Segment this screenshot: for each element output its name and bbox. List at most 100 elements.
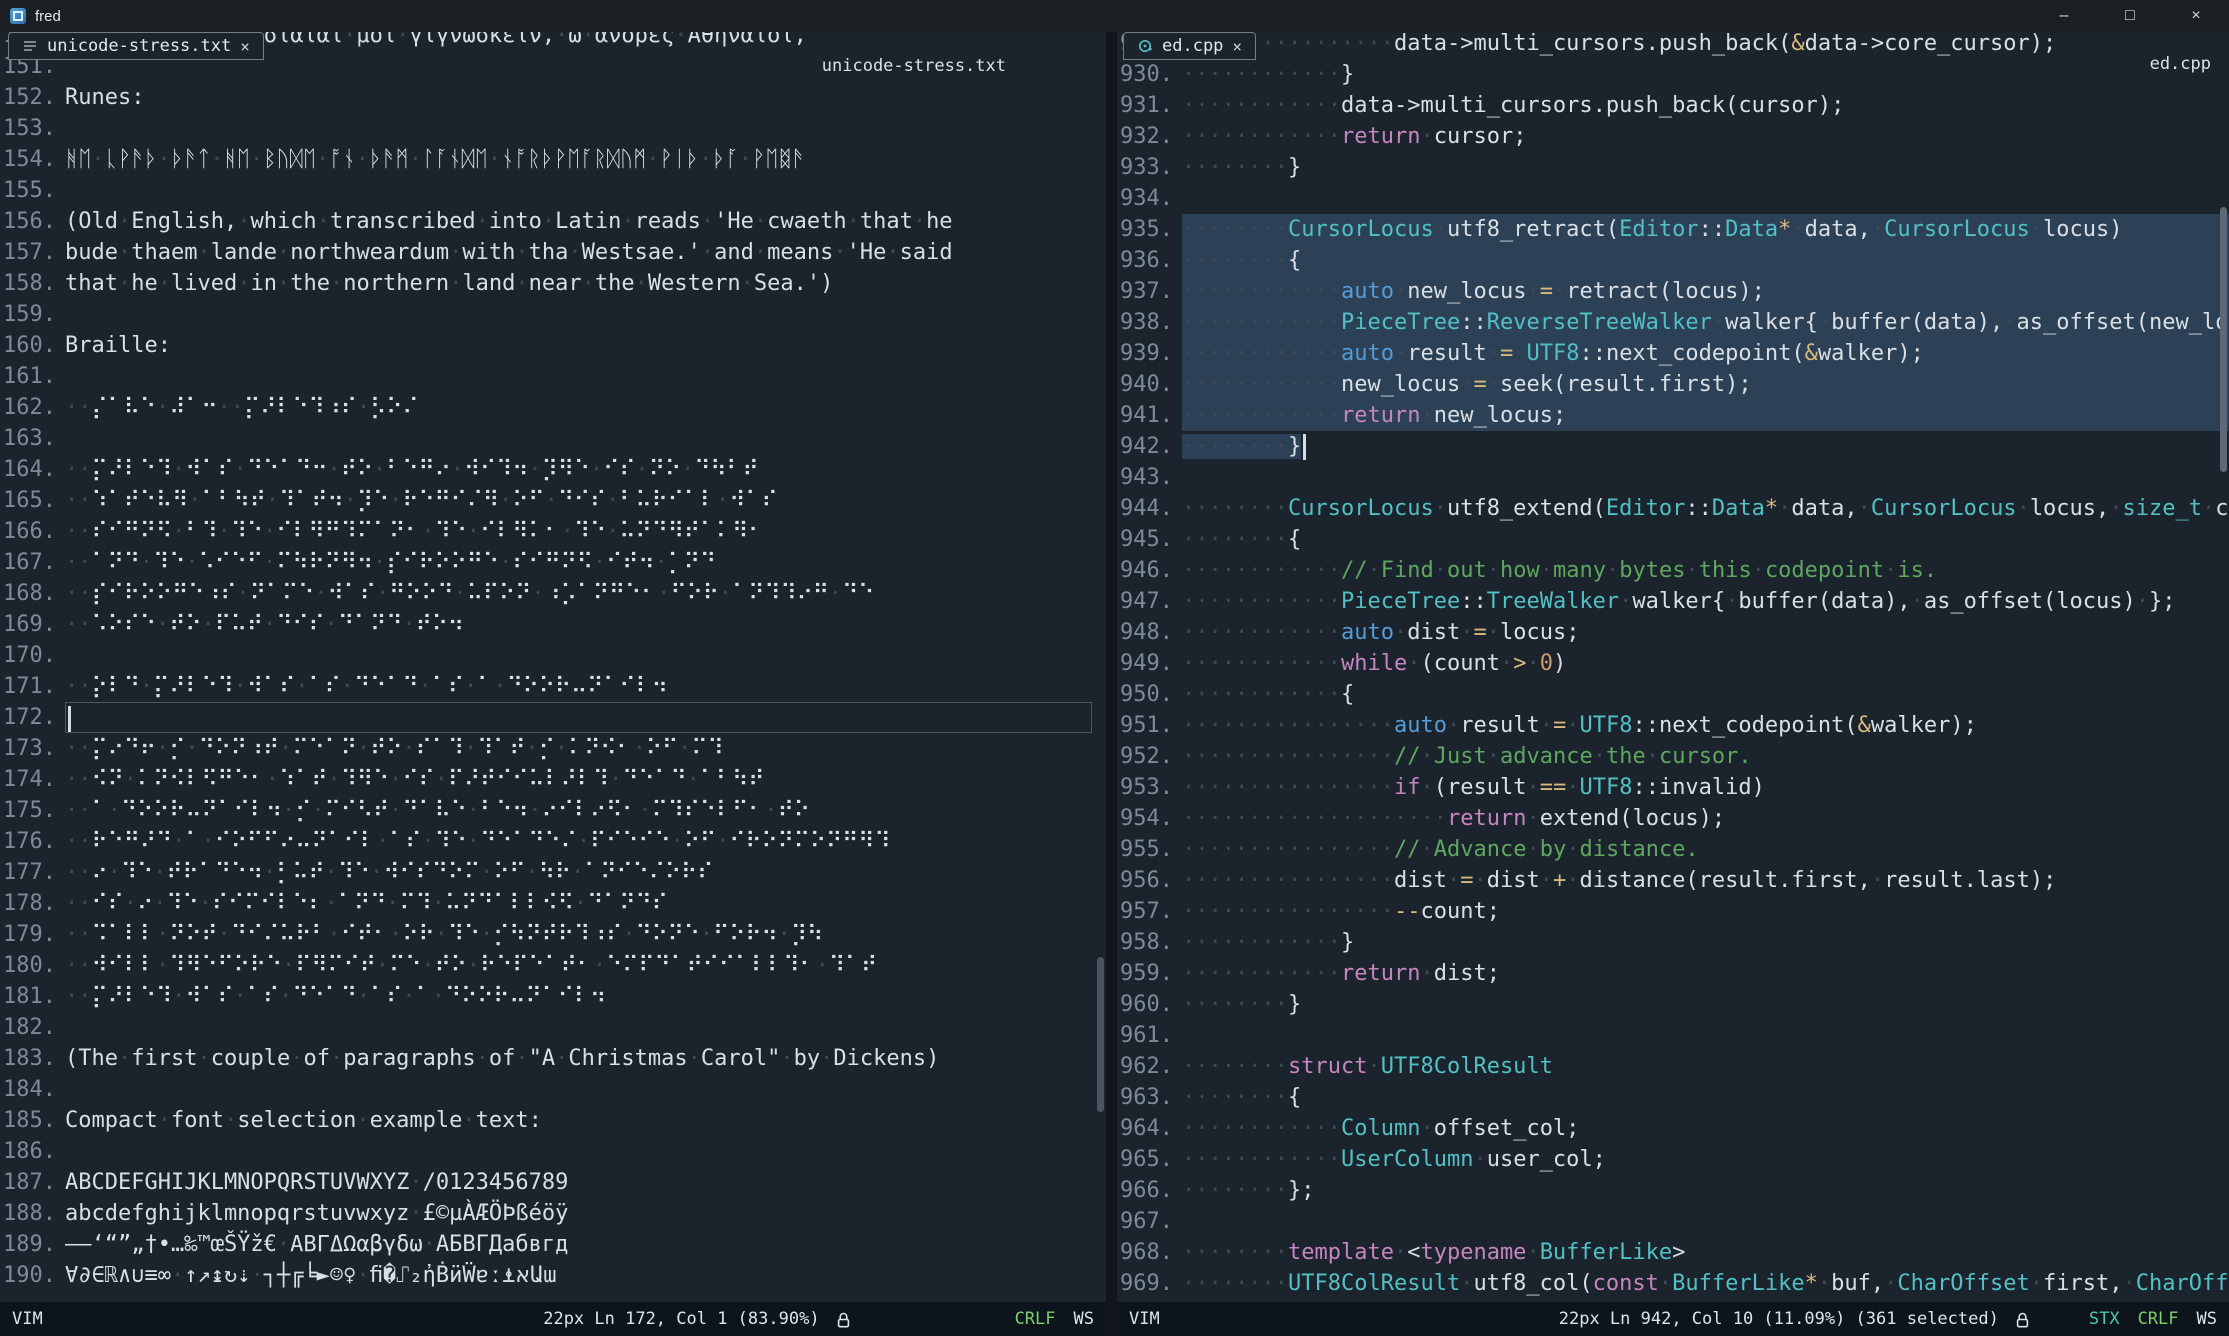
editor-line-963[interactable]: 963.········{ bbox=[1117, 1082, 2229, 1113]
editor-line-929[interactable]: 929.················data->multi_cursors.… bbox=[1117, 32, 2229, 59]
editor-line-155[interactable]: 155. bbox=[0, 175, 1106, 206]
editor-line-939[interactable]: 939.············auto·result·=·UTF8::next… bbox=[1117, 338, 2229, 369]
editor-line-936[interactable]: 936.········{ bbox=[1117, 245, 2229, 276]
tab-ed-cpp[interactable]: ed.cpp × bbox=[1123, 32, 1256, 60]
editor-line-937[interactable]: 937.············auto·new_locus·=·retract… bbox=[1117, 276, 2229, 307]
vim-mode-indicator[interactable]: VIM bbox=[12, 1309, 43, 1329]
editor-line-965[interactable]: 965.············UserColumn·user_col; bbox=[1117, 1144, 2229, 1175]
editor-line-934[interactable]: 934. bbox=[1117, 183, 2229, 214]
editor-line-170[interactable]: 170. bbox=[0, 640, 1106, 671]
tab-close-icon[interactable]: × bbox=[1232, 37, 1242, 56]
editor-line-962[interactable]: 962.········struct·UTF8ColResult bbox=[1117, 1051, 2229, 1082]
editor-line-182[interactable]: 182. bbox=[0, 1012, 1106, 1043]
encoding-indicator[interactable]: STX bbox=[2089, 1309, 2120, 1329]
editor-line-945[interactable]: 945.········{ bbox=[1117, 524, 2229, 555]
editor-line-185[interactable]: 185.Compact·font·selection·example·text: bbox=[0, 1105, 1106, 1136]
editor-line-158[interactable]: 158.that·he·lived·in·the·northern·land·n… bbox=[0, 268, 1106, 299]
editor-line-964[interactable]: 964.············Column·offset_col; bbox=[1117, 1113, 2229, 1144]
editor-line-167[interactable]: 167.··⠁⠝⠙·⠹⠑·⠡⠊⠑⠋·⠍⠳⠗⠝⠻⠲·⡎⠊⠗⠕⠕⠛⠑·⠎⠊⠛⠝⠫·⠊… bbox=[0, 547, 1106, 578]
editor-line-160[interactable]: 160.Braille: bbox=[0, 330, 1106, 361]
editor-line-930[interactable]: 930.············} bbox=[1117, 59, 2229, 90]
editor-line-156[interactable]: 156.(Old·English,·which·transcribed·into… bbox=[0, 206, 1106, 237]
editor-line-190[interactable]: 190.∀∂∈ℝ∧∪≡∞·↑↗↨↻⇣·┐┼╔╘►☺♀·ﬁ�⑀₂ἠḂӥẄɐː⍎אԱ… bbox=[0, 1260, 1106, 1291]
vim-mode-indicator[interactable]: VIM bbox=[1129, 1309, 1160, 1329]
editor-line-933[interactable]: 933.········} bbox=[1117, 152, 2229, 183]
editor-line-154[interactable]: 154.ᚻᛖ·ᚳᚹᚫᚦ·ᚦᚫᛏ·ᚻᛖ·ᛒᚢᛞᛖ·ᚩᚾ·ᚦᚫᛗ·ᛚᚪᚾᛞᛖ·ᚾᚩᚱ… bbox=[0, 144, 1106, 175]
editor-line-187[interactable]: 187.ABCDEFGHIJKLMNOPQRSTUVWXYZ·/01234567… bbox=[0, 1167, 1106, 1198]
editor-line-175[interactable]: 175.··⠁·⠙⠕⠕⠗⠤⠝⠁⠊⠇⠲·⡊·⠍⠊⠣⠞·⠙⠁⠧⠑·⠃⠑⠲·⠔⠊⠇⠔⠫… bbox=[0, 795, 1106, 826]
editor-line-941[interactable]: 941.············return·new_locus; bbox=[1117, 400, 2229, 431]
editor-line-947[interactable]: 947.············PieceTree::TreeWalker·wa… bbox=[1117, 586, 2229, 617]
editor-line-161[interactable]: 161. bbox=[0, 361, 1106, 392]
editor-line-956[interactable]: 956.················dist·=·dist·+·distan… bbox=[1117, 865, 2229, 896]
editor-line-932[interactable]: 932.············return·cursor; bbox=[1117, 121, 2229, 152]
editor-line-165[interactable]: 165.··⠱⠁⠞⠑⠧⠻·⠁⠃⠳⠞·⠹⠁⠞⠲·⡹⠑·⠗⠑⠛⠊⠌⠻·⠕⠋·⠙⠊⠎·… bbox=[0, 485, 1106, 516]
editor-line-172[interactable]: 172. bbox=[0, 702, 1106, 733]
editor-line-931[interactable]: 931.············data->multi_cursors.push… bbox=[1117, 90, 2229, 121]
editor-line-950[interactable]: 950.············{ bbox=[1117, 679, 2229, 710]
editor-line-179[interactable]: 179.··⠩⠁⠇⠇·⠝⠕⠞·⠙⠊⠌⠥⠗⠃·⠊⠞⠂·⠕⠗·⠹⠑·⡊⠳⠝⠞⠗⠹⠰⠎… bbox=[0, 919, 1106, 950]
editor-line-967[interactable]: 967. bbox=[1117, 1206, 2229, 1237]
editor-line-152[interactable]: 152.Runes: bbox=[0, 82, 1106, 113]
editor-line-943[interactable]: 943. bbox=[1117, 462, 2229, 493]
editor-line-949[interactable]: 949.············while·(count·>·0) bbox=[1117, 648, 2229, 679]
editor-line-164[interactable]: 164.··⡍⠜⠇⠑⠹·⠺⠁⠎·⠙⠑⠁⠙⠒·⠞⠕·⠃⠑⠛⠔·⠺⠊⠹⠲·⡹⠻⠑·⠊… bbox=[0, 454, 1106, 485]
editor-line-966[interactable]: 966.········}; bbox=[1117, 1175, 2229, 1206]
maximize-button[interactable]: □ bbox=[2097, 0, 2163, 32]
tab-close-icon[interactable]: × bbox=[240, 37, 250, 56]
editor-line-954[interactable]: 954.····················return·extend(lo… bbox=[1117, 803, 2229, 834]
editor-line-969[interactable]: 969.········UTF8ColResult·utf8_col(const… bbox=[1117, 1268, 2229, 1299]
editor-line-176[interactable]: 176.··⠗⠑⠛⠜⠙·⠁·⠊⠕⠋⠋⠔⠤⠝⠁⠊⠇·⠁⠎·⠹⠑·⠙⠑⠁⠙⠑⠌·⠏⠊… bbox=[0, 826, 1106, 857]
editor-line-163[interactable]: 163. bbox=[0, 423, 1106, 454]
lock-icon[interactable] bbox=[2013, 1310, 2032, 1329]
editor-line-178[interactable]: 178.··⠊⠎·⠔·⠹⠑·⠎⠊⠍⠊⠇⠑⠆·⠁⠝⠙·⠍⠹·⠥⠝⠙⠁⠇⠇⠪⠫·⠙⠁… bbox=[0, 888, 1106, 919]
editor-line-960[interactable]: 960.········} bbox=[1117, 989, 2229, 1020]
editor-line-940[interactable]: 940.············new_locus·=·seek(result.… bbox=[1117, 369, 2229, 400]
editor-line-948[interactable]: 948.············auto·dist·=·locus; bbox=[1117, 617, 2229, 648]
editor-line-952[interactable]: 952.················//·Just·advance·the·… bbox=[1117, 741, 2229, 772]
editor-line-171[interactable]: 171.··⡕⠇⠙·⡍⠜⠇⠑⠹·⠺⠁⠎·⠁⠎·⠙⠑⠁⠙·⠁⠎·⠁·⠙⠕⠕⠗⠤⠝⠁… bbox=[0, 671, 1106, 702]
editor-line-957[interactable]: 957.················--count; bbox=[1117, 896, 2229, 927]
editor-line-959[interactable]: 959.············return·dist; bbox=[1117, 958, 2229, 989]
editor-line-953[interactable]: 953.················if·(result·==·UTF8::… bbox=[1117, 772, 2229, 803]
editor-line-958[interactable]: 958.············} bbox=[1117, 927, 2229, 958]
tab-unicode-stress-txt[interactable]: unicode-stress.txt × bbox=[8, 32, 264, 60]
editor-line-935[interactable]: 935.········CursorLocus·utf8_retract(Edi… bbox=[1117, 214, 2229, 245]
right-scrollbar-thumb[interactable] bbox=[2220, 207, 2227, 472]
eol-indicator[interactable]: CRLF bbox=[1015, 1309, 1056, 1329]
editor-line-938[interactable]: 938.············PieceTree::ReverseTreeWa… bbox=[1117, 307, 2229, 338]
editor-line-186[interactable]: 186. bbox=[0, 1136, 1106, 1167]
left-scrollbar-thumb[interactable] bbox=[1097, 957, 1104, 1112]
editor-line-189[interactable]: 189.–—‘“”„†•…‰™œŠŸž€·ΑΒΓΔΩαβγδω·АБВГДабв… bbox=[0, 1229, 1106, 1260]
editor-line-968[interactable]: 968.········template·<typename·BufferLik… bbox=[1117, 1237, 2229, 1268]
editor-line-946[interactable]: 946.············//·Find·out·how·many·byt… bbox=[1117, 555, 2229, 586]
editor-line-159[interactable]: 159. bbox=[0, 299, 1106, 330]
editor-line-961[interactable]: 961. bbox=[1117, 1020, 2229, 1051]
pane-divider[interactable] bbox=[1106, 32, 1117, 1336]
editor-line-173[interactable]: 173.··⡍⠔⠙⠖·⡊·⠙⠕⠝⠰⠞·⠍⠑⠁⠝·⠞⠕·⠎⠁⠹·⠹⠁⠞·⡊·⠅⠝⠪… bbox=[0, 733, 1106, 764]
whitespace-indicator[interactable]: WS bbox=[1074, 1309, 1094, 1329]
editor-line-942[interactable]: 942.········} bbox=[1117, 431, 2229, 462]
editor-line-180[interactable]: 180.··⠺⠊⠇⠇·⠹⠻⠑⠋⠕⠗⠑·⠏⠻⠍⠊⠞·⠍⠑·⠞⠕·⠗⠑⠏⠑⠁⠞⠂·⠑… bbox=[0, 950, 1106, 981]
editor-line-955[interactable]: 955.················//·Advance·by·distan… bbox=[1117, 834, 2229, 865]
editor-line-169[interactable]: 169.··⠡⠕⠎⠑·⠞⠕·⠏⠥⠞·⠙⠊⠎·⠙⠁⠝⠙·⠞⠕⠲ bbox=[0, 609, 1106, 640]
editor-line-188[interactable]: 188.abcdefghijklmnopqrstuvwxyz·£©µÀÆÖÞßé… bbox=[0, 1198, 1106, 1229]
editor-line-181[interactable]: 181.··⡍⠜⠇⠑⠹·⠺⠁⠎·⠁⠎·⠙⠑⠁⠙·⠁⠎·⠁·⠙⠕⠕⠗⠤⠝⠁⠊⠇⠲ bbox=[0, 981, 1106, 1012]
close-button[interactable]: × bbox=[2163, 0, 2229, 32]
editor-line-951[interactable]: 951.················auto·result·=·UTF8::… bbox=[1117, 710, 2229, 741]
eol-indicator[interactable]: CRLF bbox=[2138, 1309, 2179, 1329]
editor-line-153[interactable]: 153. bbox=[0, 113, 1106, 144]
editor-line-168[interactable]: 168.··⡎⠊⠗⠕⠕⠛⠑⠰⠎·⠝⠁⠍⠑·⠺⠁⠎·⠛⠕⠕⠙·⠥⠏⠕⠝·⠰⡡⠁⠝⠛… bbox=[0, 578, 1106, 609]
minimize-button[interactable]: – bbox=[2031, 0, 2097, 32]
editor-line-157[interactable]: 157.bude·thaem·lande·northweardum·with·t… bbox=[0, 237, 1106, 268]
lock-icon[interactable] bbox=[834, 1310, 853, 1329]
line-number: 189. bbox=[0, 1229, 56, 1260]
editor-line-166[interactable]: 166.··⠎⠊⠛⠝⠫·⠃⠹·⠹⠑·⠊⠇⠻⠛⠹⠍⠁⠝⠂·⠹⠑·⠊⠇⠻⠅⠂·⠹⠑·… bbox=[0, 516, 1106, 547]
whitespace-indicator[interactable]: WS bbox=[2197, 1309, 2217, 1329]
editor-line-174[interactable]: 174.··⠪⠝·⠅⠝⠪⠇⠫⠛⠑⠂·⠱⠁⠞·⠹⠻⠑·⠊⠎·⠏⠜⠞⠊⠊⠥⠇⠜⠇⠹·… bbox=[0, 764, 1106, 795]
editor-line-183[interactable]: 183.(The·first·couple·of·paragraphs·of·"… bbox=[0, 1043, 1106, 1074]
editor-line-184[interactable]: 184. bbox=[0, 1074, 1106, 1105]
editor-line-944[interactable]: 944.········CursorLocus·utf8_extend(Edit… bbox=[1117, 493, 2229, 524]
editor-line-177[interactable]: 177.··⠔·⠹⠑·⠞⠗⠁⠙⠑⠲·⡃⠥⠞·⠹⠑·⠺⠊⠎⠙⠕⠍·⠕⠋·⠳⠗·⠁⠝… bbox=[0, 857, 1106, 888]
editor-line-162[interactable]: 162.··⡌⠁⠧⠑·⠼⠁⠒··⡍⠜⠇⠑⠹⠰⠎·⡣⠕⠌ bbox=[0, 392, 1106, 423]
